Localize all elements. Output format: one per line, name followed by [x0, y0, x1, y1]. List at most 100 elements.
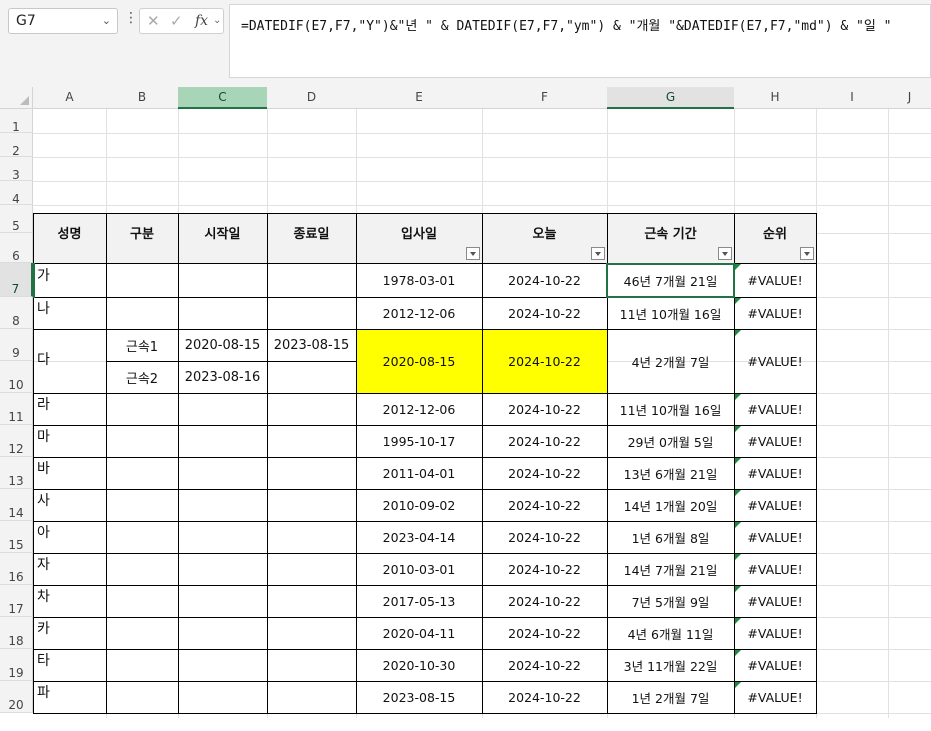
row-header-2[interactable]: 2 — [0, 133, 33, 158]
cell-rank[interactable]: #VALUE! — [734, 297, 816, 329]
column-header-j[interactable]: J — [888, 87, 931, 109]
more-options-icon[interactable]: ⋮ — [124, 10, 138, 26]
cell-tenure-merged[interactable]: 4년 2개월 7일 — [607, 329, 734, 393]
cell-name[interactable]: 가 — [33, 263, 106, 287]
cell-tenure[interactable]: 1년 6개월 8일 — [607, 521, 734, 553]
cell-tenure[interactable]: 7년 5개월 9일 — [607, 585, 734, 617]
cell-tenure[interactable]: 13년 6개월 21일 — [607, 457, 734, 489]
cell-today[interactable]: 2024-10-22 — [482, 649, 607, 681]
row-header-7[interactable]: 7 — [0, 263, 33, 297]
cell-start-2[interactable]: 2023-08-16 — [178, 361, 267, 393]
error-indicator-icon[interactable] — [735, 650, 741, 656]
column-header-g[interactable]: G — [607, 87, 734, 109]
row-header-1[interactable]: 1 — [0, 109, 33, 134]
cell-today[interactable]: 2024-10-22 — [482, 263, 607, 297]
insert-function-icon[interactable]: fx — [195, 13, 208, 29]
cell-rank[interactable]: #VALUE! — [734, 489, 816, 521]
formula-input[interactable]: =DATEDIF(E7,F7,"Y")&"년 " & DATEDIF(E7,F7… — [229, 4, 931, 78]
cell-today[interactable]: 2024-10-22 — [482, 681, 607, 713]
cell-rank[interactable]: #VALUE! — [734, 553, 816, 585]
cell-name[interactable]: 카 — [33, 617, 106, 639]
cell-hire-merged[interactable]: 2020-08-15 — [356, 329, 482, 393]
cell-today[interactable]: 2024-10-22 — [482, 457, 607, 489]
cell-today[interactable]: 2024-10-22 — [482, 425, 607, 457]
name-box[interactable]: G7 ⌄ — [8, 8, 118, 34]
cell-type-2[interactable]: 근속2 — [106, 361, 178, 393]
cell-end-1[interactable]: 2023-08-15 — [267, 329, 356, 361]
cell-tenure[interactable]: 11년 10개월 16일 — [607, 393, 734, 425]
cell-rank[interactable]: #VALUE! — [734, 617, 816, 649]
row-header-5[interactable]: 5 — [0, 205, 33, 233]
row-header-14[interactable]: 14 — [0, 489, 33, 521]
cell-hire-date[interactable]: 2020-04-11 — [356, 617, 482, 649]
error-indicator-icon[interactable] — [735, 682, 741, 688]
cell-hire-date[interactable]: 2011-04-01 — [356, 457, 482, 489]
cell-rank[interactable]: #VALUE! — [734, 649, 816, 681]
fx-chevron-down-icon[interactable]: ⌄ — [213, 15, 221, 26]
cell-name[interactable]: 타 — [33, 649, 106, 671]
row-header-12[interactable]: 12 — [0, 425, 33, 457]
row-header-10[interactable]: 10 — [0, 361, 33, 393]
cell-hire-date[interactable]: 2012-12-06 — [356, 393, 482, 425]
cell-today[interactable]: 2024-10-22 — [482, 489, 607, 521]
chevron-down-icon[interactable]: ⌄ — [102, 9, 111, 33]
select-all-button[interactable] — [0, 87, 33, 109]
error-indicator-icon[interactable] — [735, 458, 741, 464]
cell-rank[interactable]: #VALUE! — [734, 521, 816, 553]
cell-tenure[interactable]: 1년 2개월 7일 — [607, 681, 734, 713]
cell-today[interactable]: 2024-10-22 — [482, 553, 607, 585]
column-header-c[interactable]: C — [178, 87, 267, 109]
row-header-3[interactable]: 3 — [0, 157, 33, 182]
row-header-20[interactable]: 20 — [0, 681, 33, 713]
error-indicator-icon[interactable] — [735, 426, 741, 432]
cell-today-merged[interactable]: 2024-10-22 — [482, 329, 607, 393]
cell-hire-date[interactable]: 1995-10-17 — [356, 425, 482, 457]
cell-rank-merged[interactable]: #VALUE! — [734, 329, 816, 393]
cell-name[interactable]: 바 — [33, 457, 106, 479]
cell-rank[interactable]: #VALUE! — [734, 393, 816, 425]
row-header-6[interactable]: 6 — [0, 233, 33, 263]
column-header-e[interactable]: E — [356, 87, 482, 109]
column-header-h[interactable]: H — [734, 87, 816, 109]
cell-today[interactable]: 2024-10-22 — [482, 585, 607, 617]
column-header-d[interactable]: D — [267, 87, 356, 109]
cell-name[interactable]: 자 — [33, 553, 106, 575]
cell-name[interactable]: 사 — [33, 489, 106, 511]
error-indicator-icon[interactable] — [735, 394, 741, 400]
cell-type-1[interactable]: 근속1 — [106, 329, 178, 361]
error-indicator-icon[interactable] — [735, 618, 741, 624]
column-header-b[interactable]: B — [106, 87, 178, 109]
cell-today[interactable]: 2024-10-22 — [482, 617, 607, 649]
row-header-17[interactable]: 17 — [0, 585, 33, 617]
cell-today[interactable]: 2024-10-22 — [482, 297, 607, 329]
error-indicator-icon[interactable] — [735, 586, 741, 592]
cell-name[interactable]: 파 — [33, 681, 106, 703]
cell-rank[interactable]: #VALUE! — [734, 457, 816, 489]
cell-rank[interactable]: #VALUE! — [734, 425, 816, 457]
cell-tenure[interactable]: 14년 7개월 21일 — [607, 553, 734, 585]
error-indicator-icon[interactable] — [735, 298, 741, 304]
filter-dropdown-button[interactable] — [800, 247, 814, 260]
row-header-4[interactable]: 4 — [0, 181, 33, 206]
cell-name[interactable]: 나 — [33, 297, 106, 319]
error-indicator-icon[interactable] — [735, 330, 741, 336]
cell-name-merged[interactable]: 다 — [33, 329, 106, 389]
error-indicator-icon[interactable] — [735, 490, 741, 496]
cell-hire-date[interactable]: 2023-04-14 — [356, 521, 482, 553]
row-header-13[interactable]: 13 — [0, 457, 33, 489]
error-indicator-icon[interactable] — [735, 264, 741, 270]
row-header-19[interactable]: 19 — [0, 649, 33, 681]
cell-rank[interactable]: #VALUE! — [734, 263, 816, 297]
cell-tenure[interactable]: 14년 1개월 20일 — [607, 489, 734, 521]
cell-hire-date[interactable]: 2012-12-06 — [356, 297, 482, 329]
cell-hire-date[interactable]: 1978-03-01 — [356, 263, 482, 297]
filter-dropdown-button[interactable] — [466, 247, 480, 260]
enter-icon[interactable]: ✓ — [170, 12, 183, 30]
cell-hire-date[interactable]: 2010-09-02 — [356, 489, 482, 521]
cell-tenure[interactable]: 3년 11개월 22일 — [607, 649, 734, 681]
row-header-18[interactable]: 18 — [0, 617, 33, 649]
cell-hire-date[interactable]: 2010-03-01 — [356, 553, 482, 585]
cell-name[interactable]: 마 — [33, 425, 106, 447]
error-indicator-icon[interactable] — [735, 554, 741, 560]
cell-hire-date[interactable]: 2023-08-15 — [356, 681, 482, 713]
